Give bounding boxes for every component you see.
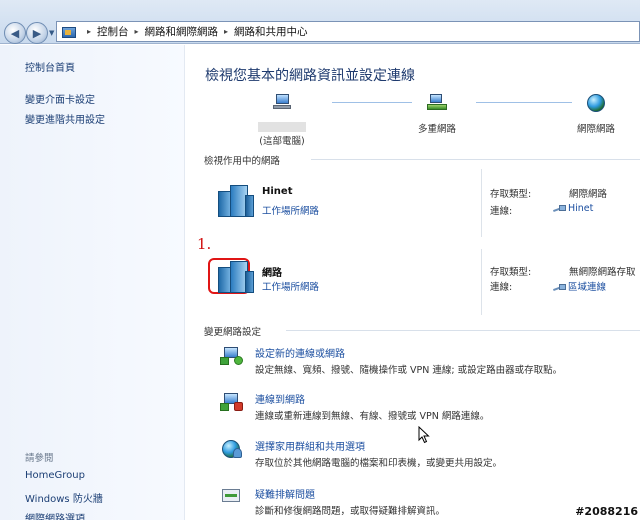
breadcrumb-network-sharing-center[interactable]: 網路和共用中心 (234, 24, 308, 39)
task-description: 設定無線、寬頻、撥號、隨機操作或 VPN 連線; 或設定路由器或存取點。 (255, 365, 563, 376)
sidebar-link-windows-firewall[interactable]: Windows 防火牆 (25, 490, 103, 505)
network-divider (481, 169, 482, 237)
sidebar-link-change-adapter-settings[interactable]: 變更介面卡設定 (25, 91, 95, 106)
network-name: Hinet (262, 186, 293, 197)
sidebar-link-advanced-sharing[interactable]: 變更進階共用設定 (25, 111, 105, 126)
sidebar-link-homegroup[interactable]: HomeGroup (25, 470, 85, 481)
access-type-value: 網際網路 (569, 189, 608, 200)
address-breadcrumb[interactable]: ▸ 控制台 ▸ 網路和網際網路 ▸ 網路和共用中心 (56, 21, 640, 42)
mouse-cursor-icon (418, 426, 430, 444)
connect-network-icon (220, 391, 244, 413)
task-description: 診斷和修復網路問題，或取得疑難排解資訊。 (255, 506, 446, 517)
breadcrumb-separator[interactable]: ▸ (224, 27, 228, 36)
breadcrumb-separator[interactable]: ▸ (87, 27, 91, 36)
internet-globe-icon (587, 94, 605, 112)
connection-label: 連線: (490, 282, 513, 293)
annotation-number: 1. (197, 235, 212, 253)
forward-arrow-icon: ▶ (32, 26, 42, 40)
section-divider (311, 159, 640, 160)
control-panel-icon (61, 26, 76, 38)
back-button[interactable]: ◀ (4, 22, 26, 44)
connection-link-local-area[interactable]: 區域連線 (553, 279, 606, 293)
connection-link-hinet[interactable]: Hinet (553, 203, 593, 214)
main-content: 檢視您基本的網路資訊並設定連線 (這部電腦) 多重網路 網際網路 檢視作用中的網… (186, 45, 640, 520)
forward-button[interactable]: ▶ (26, 22, 48, 44)
network-entry-network: 網路 工作場所網路 存取類型: 無網際網路存取 連線: 區域連線 (186, 249, 640, 321)
new-connection-icon (220, 345, 244, 367)
sidebar-link-control-panel-home[interactable]: 控制台首頁 (25, 59, 75, 74)
network-name: 網路 (262, 268, 282, 279)
network-entry-hinet: Hinet 工作場所網路 存取類型: 網際網路 連線: Hinet (186, 169, 640, 245)
multiple-networks-label: 多重網路 (417, 124, 456, 135)
task-link-connect-to-network[interactable]: 連線到網路 (255, 391, 305, 406)
back-arrow-icon: ◀ (10, 26, 20, 40)
network-bench-icon (218, 183, 254, 219)
breadcrumb-separator[interactable]: ▸ (135, 27, 139, 36)
left-task-pane: 控制台首頁 變更介面卡設定 變更進階共用設定 請參閱 HomeGroup Win… (0, 45, 185, 520)
task-link-homegroup-sharing[interactable]: 選擇家用群組和共用選項 (255, 438, 365, 453)
section-divider (286, 330, 640, 331)
recent-pages-dropdown-icon[interactable]: ▼ (49, 29, 54, 37)
task-link-troubleshoot[interactable]: 疑難排解問題 (255, 486, 315, 501)
connection-icon (553, 204, 566, 213)
task-description: 存取位於其他網路電腦的檔案和印表機，或變更共用設定。 (255, 458, 503, 469)
map-connector-line (332, 102, 412, 103)
map-connector-line (476, 102, 572, 103)
this-computer-label: (這部電腦) (259, 136, 305, 147)
access-type-label: 存取類型: (490, 267, 532, 278)
sidebar-link-internet-options[interactable]: 網際網路選項 (25, 510, 85, 520)
troubleshoot-icon (220, 486, 244, 508)
homegroup-icon (220, 438, 244, 460)
network-type-link[interactable]: 工作場所網路 (262, 279, 319, 293)
access-type-label: 存取類型: (490, 189, 532, 200)
computer-icon (273, 94, 291, 110)
network-divider (481, 249, 482, 315)
task-link-setup-new-connection[interactable]: 設定新的連線或網路 (255, 345, 345, 360)
computer-name-redacted (258, 122, 306, 132)
map-node-multiple-networks[interactable]: 多重網路 (411, 94, 463, 135)
multiple-networks-icon (427, 94, 447, 112)
map-node-this-computer[interactable]: (這部電腦) (254, 94, 310, 147)
map-node-internet[interactable]: 網際網路 (570, 94, 622, 135)
task-description: 連線或重新連線到無線、有線、撥號或 VPN 網路連線。 (255, 411, 490, 422)
network-bench-icon[interactable] (218, 259, 254, 295)
connection-name[interactable]: Hinet (568, 203, 593, 214)
active-networks-heading: 檢視作用中的網路 (204, 156, 281, 167)
network-type-link[interactable]: 工作場所網路 (262, 203, 319, 217)
see-also-label: 請參閱 (25, 453, 54, 464)
access-type-value: 無網際網路存取 (569, 267, 636, 278)
page-title: 檢視您基本的網路資訊並設定連線 (205, 68, 415, 84)
connection-icon (553, 283, 566, 292)
watermark: #2088216 (575, 505, 638, 518)
address-bar-region: ◀ ▶ ▼ ▸ 控制台 ▸ 網路和網際網路 ▸ 網路和共用中心 (0, 0, 640, 44)
connection-name[interactable]: 區域連線 (568, 282, 606, 293)
change-settings-heading: 變更網路設定 (204, 327, 262, 338)
breadcrumb-control-panel[interactable]: 控制台 (97, 24, 129, 39)
connection-label: 連線: (490, 206, 513, 217)
internet-label: 網際網路 (576, 124, 615, 135)
breadcrumb-network-internet[interactable]: 網路和網際網路 (145, 24, 219, 39)
